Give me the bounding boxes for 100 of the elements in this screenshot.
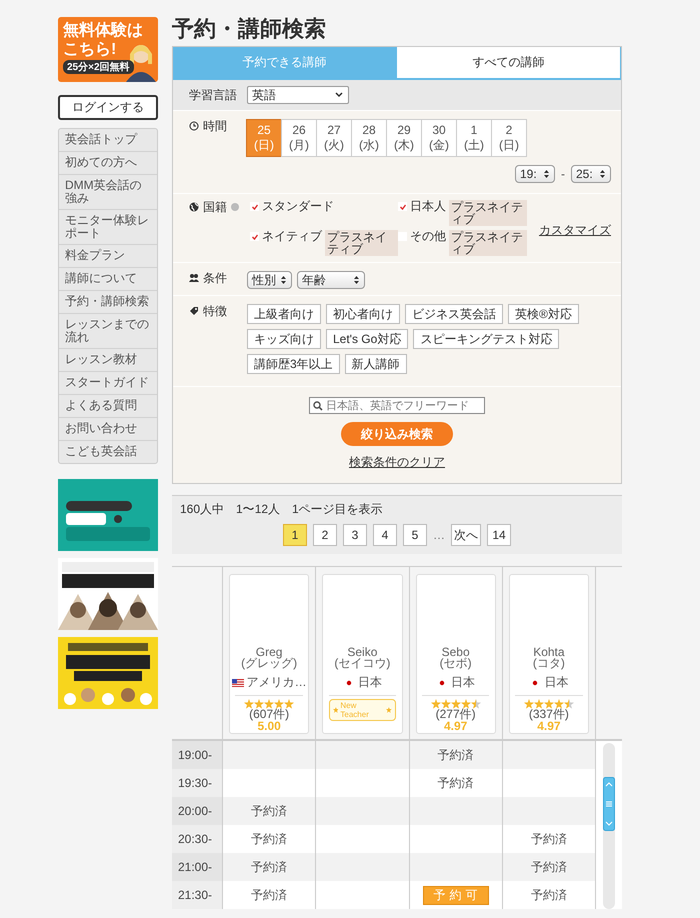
teacher-name: Kohta — [533, 647, 565, 658]
nav-item[interactable]: よくある質問 — [59, 395, 157, 418]
star-icon — [544, 699, 554, 709]
teacher-kana: (グレッグ) — [241, 658, 298, 669]
date-button[interactable]: 28 (水) — [351, 119, 387, 157]
page-title: 予約・講師検索 — [172, 16, 327, 42]
checkbox[interactable] — [398, 202, 407, 211]
time-label: 20:00- — [172, 797, 222, 825]
teacher-name: Sebo — [442, 647, 470, 658]
updown-icon — [280, 275, 287, 285]
customize-link[interactable]: カスタマイズ — [539, 224, 611, 236]
star-icon — [332, 707, 338, 713]
date-button[interactable]: 1 (土) — [456, 119, 492, 157]
pager-ellipsis: … — [433, 528, 445, 542]
nav-item[interactable]: 予約・講師検索 — [59, 291, 157, 314]
updown-icon — [353, 275, 360, 285]
check-icon — [250, 232, 258, 240]
nav-item[interactable]: 英会話トップ — [59, 129, 157, 152]
page-button[interactable]: 1 — [283, 524, 307, 546]
feature-tag[interactable]: 上級者向け — [247, 304, 321, 324]
star-icon — [274, 699, 284, 709]
teacher-name: Greg — [256, 647, 282, 658]
page-button[interactable]: 2 — [313, 524, 337, 546]
teacher-card[interactable]: Greg (グレッグ) アメリカ… (607件) 5.00 — [229, 574, 310, 734]
checkbox-label: スタンダード — [262, 200, 334, 212]
language-select[interactable]: 英語 — [247, 86, 349, 104]
nav-item[interactable]: こども英会話 — [59, 441, 157, 463]
time-select[interactable]: 19: — [515, 165, 555, 183]
star-icon — [534, 699, 544, 709]
time-select[interactable]: 25: — [571, 165, 611, 183]
feature-tag[interactable]: 初心者向け — [326, 304, 400, 324]
feature-tag[interactable]: スピーキングテスト対応 — [413, 329, 560, 349]
page-button[interactable]: 14 — [487, 524, 511, 546]
schedule-cell: 予約済 — [222, 797, 316, 825]
feature-tag[interactable]: ビジネス英会話 — [405, 304, 503, 324]
filter-select[interactable]: 年齢 — [297, 271, 365, 289]
date-button[interactable]: 30 (金) — [421, 119, 457, 157]
banner[interactable]: 無料体験はこちら! 25分×2回無料 — [58, 17, 158, 82]
page-button[interactable]: 次へ — [451, 524, 481, 546]
nav-item[interactable]: モニター体験レポート — [59, 210, 157, 245]
teacher-card[interactable]: Sebo (セボ) 日本 (277件) 4.97 — [416, 574, 496, 734]
nav-item[interactable]: お問い合わせ — [59, 418, 157, 441]
star-icon — [470, 699, 481, 709]
caret-icon — [334, 90, 344, 100]
nav-item[interactable]: レッスンまでの流れ — [59, 314, 157, 349]
nav-item[interactable]: スタートガイド — [59, 372, 157, 395]
page-button[interactable]: 3 — [343, 524, 367, 546]
people-icon — [189, 273, 199, 283]
checkbox-label: 日本人 — [410, 200, 446, 212]
search-icon — [313, 400, 323, 410]
nav-item[interactable]: 料金プラン — [59, 245, 157, 268]
checkbox[interactable] — [250, 232, 259, 241]
nav-item[interactable]: 初めての方へ — [59, 152, 157, 175]
date-button[interactable]: 27 (火) — [316, 119, 352, 157]
feature-tag[interactable]: キッズ向け — [247, 329, 321, 349]
review-count: (277件) — [436, 709, 476, 720]
info-icon — [231, 203, 239, 211]
star-icon — [440, 699, 451, 709]
teacher-country: アメリカ… — [246, 674, 307, 691]
login-button[interactable]: ログインする — [58, 95, 158, 120]
schedule-cell: 予約済 — [502, 825, 595, 853]
review-count: (337件) — [528, 709, 569, 720]
check-icon — [398, 202, 406, 210]
date-button[interactable]: 26 (月) — [281, 119, 317, 157]
filter-select[interactable]: 性別 — [247, 271, 292, 289]
feature-tag[interactable]: 新人講師 — [344, 354, 407, 374]
new-teacher-badge: New Teacher — [328, 699, 396, 721]
teacher-kana: (セボ) — [440, 658, 472, 669]
review-count: (607件) — [249, 709, 290, 720]
scrollbar-thumb — [603, 777, 615, 831]
nav-item[interactable]: レッスン教材 — [59, 349, 157, 372]
tag-icon — [189, 306, 199, 316]
checkbox-label: ネイティブ — [262, 230, 322, 242]
rating-score: 4.97 — [537, 720, 561, 732]
feature-tag[interactable]: 講師歴3年以上 — [247, 354, 340, 374]
clear-link[interactable]: 検索条件のクリア — [349, 454, 445, 471]
scrollbar-track[interactable] — [603, 743, 615, 909]
star-icon — [460, 699, 471, 709]
date-button[interactable]: 29 (木) — [386, 119, 422, 157]
teacher-card[interactable]: Kohta (コタ) 日本 (337件) 4.97 — [508, 574, 589, 734]
rating-score: 5.00 — [257, 720, 281, 732]
time-label: 20:30- — [172, 825, 222, 853]
keyword-field[interactable]: 日本語、英語でフリーワード — [309, 397, 485, 414]
field-label: 特徴 — [203, 304, 227, 318]
date-button[interactable]: 2 (日) — [491, 119, 527, 157]
feature-tag[interactable]: Let's Go対応 — [326, 329, 408, 349]
page-button[interactable]: 4 — [373, 524, 397, 546]
feature-tag[interactable]: 英検®対応 — [508, 304, 579, 324]
page-button[interactable]: 5 — [403, 524, 427, 546]
globe-icon — [189, 202, 199, 212]
field-label: 時間 — [203, 119, 227, 133]
nav-item[interactable]: DMM英会話の強み — [59, 175, 157, 210]
checkbox[interactable] — [398, 232, 407, 241]
star-icon — [254, 699, 264, 709]
teacher-card[interactable]: Seiko (セイコウ) 日本 New Teacher — [322, 574, 402, 734]
checkbox[interactable] — [250, 202, 259, 211]
field-label: 条件 — [203, 271, 227, 285]
tab[interactable]: すべての講師 — [397, 47, 621, 80]
nav-item[interactable]: 講師について — [59, 268, 157, 291]
flag-icon — [232, 678, 244, 686]
